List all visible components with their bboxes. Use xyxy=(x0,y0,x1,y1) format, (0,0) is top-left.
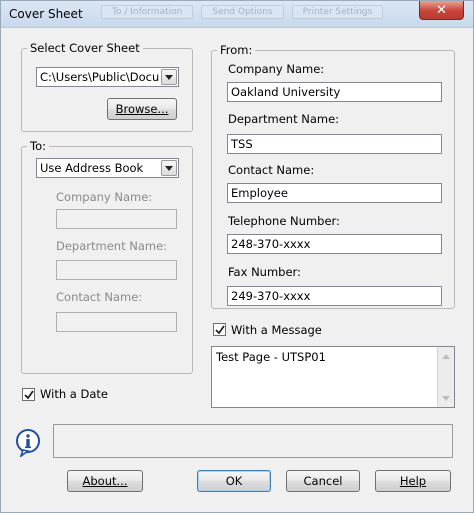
background-tab: Send Options xyxy=(201,5,284,19)
message-textarea[interactable]: Test Page - UTSP01 xyxy=(211,346,455,408)
with-date-checkbox[interactable] xyxy=(22,388,35,401)
recipient-source-value: Use Address Book xyxy=(40,161,144,175)
cover-sheet-path-value: C:\Users\Public\Docum xyxy=(40,70,160,84)
from-legend: From: xyxy=(220,43,253,57)
window-title: Cover Sheet xyxy=(9,7,83,21)
to-company-label: Company Name: xyxy=(56,190,153,204)
from-fax-field[interactable]: 249-370-xxxx xyxy=(227,286,442,306)
from-fax-label: Fax Number: xyxy=(228,265,301,279)
ok-button[interactable]: OK xyxy=(197,470,271,492)
help-button-label: Help xyxy=(399,474,427,488)
cover-sheet-dialog: Cover Sheet To / Information Send Option… xyxy=(0,0,474,513)
scroll-up-icon[interactable] xyxy=(438,348,454,364)
from-department-field[interactable]: TSS xyxy=(227,134,442,154)
check-icon xyxy=(214,324,225,334)
to-company-field[interactable] xyxy=(56,209,177,229)
title-bar[interactable]: Cover Sheet To / Information Send Option… xyxy=(1,1,473,28)
from-department-label: Department Name: xyxy=(228,112,340,126)
scroll-down-icon[interactable] xyxy=(438,390,454,406)
background-window-tabs: To / Information Send Options Printer Se… xyxy=(101,5,384,19)
about-button-label: About... xyxy=(82,474,128,488)
browse-button[interactable]: Browse... xyxy=(107,98,177,120)
to-legend: To: xyxy=(30,139,46,153)
about-button[interactable]: About... xyxy=(67,470,143,492)
to-department-field[interactable] xyxy=(56,260,177,280)
background-tab: To / Information xyxy=(101,5,194,19)
with-message-checkbox[interactable] xyxy=(213,323,226,336)
cover-sheet-path-combo[interactable]: C:\Users\Public\Docum xyxy=(36,67,179,87)
to-contact-label: Contact Name: xyxy=(56,290,143,304)
from-company-label: Company Name: xyxy=(228,62,325,76)
help-button[interactable]: Help xyxy=(375,470,451,492)
background-tab: Printer Settings xyxy=(291,5,384,19)
check-icon xyxy=(23,389,34,399)
combo-dropdown-button[interactable] xyxy=(161,69,177,85)
chevron-down-icon xyxy=(165,165,173,171)
from-telephone-field[interactable]: 248-370-xxxx xyxy=(227,234,442,254)
close-button[interactable]: ✕ xyxy=(419,1,464,20)
with-date-label[interactable]: With a Date xyxy=(40,387,108,401)
message-scrollbar[interactable] xyxy=(437,347,454,407)
from-company-field[interactable]: Oakland University xyxy=(227,82,442,102)
chevron-down-icon xyxy=(165,74,173,80)
from-contact-field[interactable]: Employee xyxy=(227,183,442,203)
status-message-box xyxy=(53,424,453,458)
cancel-button-label: Cancel xyxy=(303,474,343,488)
from-telephone-label: Telephone Number: xyxy=(228,214,340,228)
browse-button-label: Browse... xyxy=(115,102,169,116)
ok-button-label: OK xyxy=(225,474,243,488)
with-message-label[interactable]: With a Message xyxy=(231,323,322,337)
to-contact-field[interactable] xyxy=(56,312,177,332)
recipient-source-combo[interactable]: Use Address Book xyxy=(36,158,179,178)
from-contact-label: Contact Name: xyxy=(228,163,315,177)
combo-dropdown-button[interactable] xyxy=(161,160,177,176)
select-cover-sheet-legend: Select Cover Sheet xyxy=(30,41,140,55)
cancel-button[interactable]: Cancel xyxy=(286,470,360,492)
close-icon: ✕ xyxy=(436,2,447,18)
message-text: Test Page - UTSP01 xyxy=(216,350,326,364)
info-icon xyxy=(16,429,40,457)
to-department-label: Department Name: xyxy=(56,239,168,253)
